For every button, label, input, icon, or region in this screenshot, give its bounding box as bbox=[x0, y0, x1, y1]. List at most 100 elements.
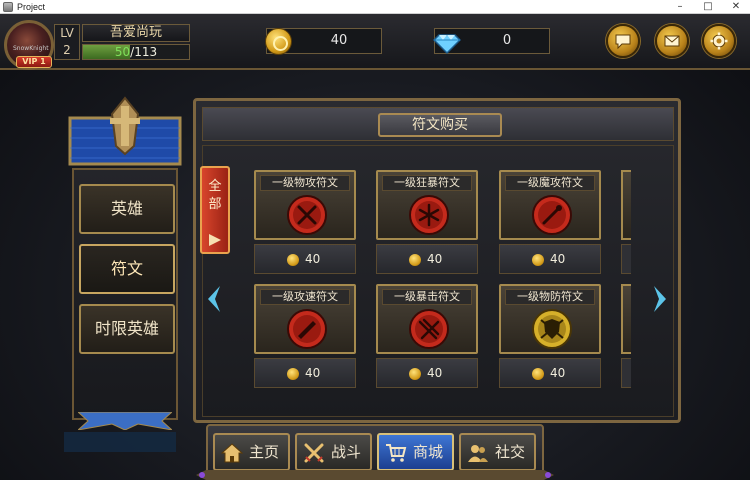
nav-battle-button[interactable]: 战斗 bbox=[295, 433, 372, 471]
crest-shield-icon bbox=[68, 96, 182, 166]
rune-card[interactable]: 一级攻速符文 40 bbox=[254, 284, 356, 388]
nav-home-button[interactable]: 主页 bbox=[213, 433, 290, 471]
gold-value: 40 bbox=[330, 33, 348, 48]
rune-card[interactable]: 一级暴击符文 40 bbox=[376, 284, 478, 388]
rune-card-frame: 一级物攻符文 bbox=[254, 170, 356, 240]
rune-card-frame: 一级狂暴符文 bbox=[376, 170, 478, 240]
rune-card-frame: 一级攻速符文 bbox=[254, 284, 356, 354]
chat-button[interactable] bbox=[606, 24, 640, 58]
rune-price: 40 bbox=[499, 244, 601, 274]
crossed-swords-red-rune-icon bbox=[287, 195, 327, 235]
side-tab-label: 英雄 bbox=[110, 199, 143, 218]
level-box: LV 2 bbox=[54, 24, 80, 60]
window-titlebar: Project – □ ✕ bbox=[0, 0, 750, 14]
rune-name: 一级攻速符文 bbox=[260, 289, 350, 305]
rune-price: 40 bbox=[376, 358, 478, 388]
bottom-nav: 主页 战斗 商城 社交 bbox=[206, 424, 544, 476]
side-tab-label: 时限英雄 bbox=[94, 319, 159, 338]
arrow-right-icon bbox=[209, 234, 221, 246]
price-value: 40 bbox=[427, 252, 443, 266]
side-tab-list: 英雄 符文 时限英雄 bbox=[72, 168, 178, 420]
rune-price: 40 bbox=[376, 244, 478, 274]
settings-button[interactable] bbox=[702, 24, 736, 58]
gold-coin-icon bbox=[532, 254, 544, 266]
side-tab-hero[interactable]: 英雄 bbox=[79, 184, 175, 234]
rune-name: 一级暴击符文 bbox=[382, 289, 472, 305]
diamond-value: 0 bbox=[502, 33, 512, 48]
game-viewport: SnowKnight VIP 1 LV 2 吾爱尚玩 50/113 40 0 英… bbox=[0, 14, 750, 480]
price-value: 40 bbox=[550, 366, 566, 380]
price-value: 40 bbox=[427, 366, 443, 380]
xp-bar: 50/113 bbox=[82, 44, 190, 60]
nav-label: 社交 bbox=[495, 443, 526, 461]
nav-label: 主页 bbox=[249, 443, 280, 461]
level-value: 2 bbox=[63, 43, 71, 57]
vip-badge: VIP 1 bbox=[16, 56, 52, 68]
cart-icon bbox=[386, 444, 407, 462]
diamond-counter: 0 bbox=[433, 28, 550, 55]
next-page-arrow-icon[interactable] bbox=[652, 284, 670, 314]
bottom-ornament-icon bbox=[196, 470, 554, 480]
nav-shop-button[interactable]: 商城 bbox=[377, 433, 454, 471]
rune-card-partial[interactable] bbox=[621, 170, 631, 274]
people-icon bbox=[468, 445, 488, 462]
rune-card-frame: 一级魔攻符文 bbox=[499, 170, 601, 240]
gold-coin-icon bbox=[287, 368, 299, 380]
xp-current: 50 bbox=[114, 45, 131, 59]
rune-card[interactable]: 一级物攻符文 40 bbox=[254, 170, 356, 274]
rune-card-frame bbox=[621, 284, 631, 354]
rune-name: 一级物攻符文 bbox=[260, 175, 350, 191]
gold-coin-icon bbox=[265, 28, 292, 55]
rune-card-frame bbox=[621, 170, 631, 240]
top-hud: SnowKnight VIP 1 LV 2 吾爱尚玩 50/113 40 0 bbox=[0, 14, 750, 70]
nav-label: 战斗 bbox=[331, 443, 362, 461]
price-value: 40 bbox=[550, 252, 566, 266]
chat-icon bbox=[615, 34, 631, 50]
rune-name: 一级物防符文 bbox=[505, 289, 595, 305]
rune-name: 一级魔攻符文 bbox=[505, 175, 595, 191]
gear-icon bbox=[710, 32, 728, 50]
filter-tab-label-1: 全 bbox=[208, 179, 222, 194]
mail-button[interactable] bbox=[655, 24, 689, 58]
rune-card[interactable]: 一级狂暴符文 40 bbox=[376, 170, 478, 274]
house-icon bbox=[221, 443, 243, 463]
rune-price: 40 bbox=[254, 244, 356, 274]
gold-coin-icon bbox=[532, 368, 544, 380]
shield-gold-rune-icon bbox=[532, 309, 572, 349]
maximize-button[interactable]: □ bbox=[694, 0, 722, 14]
rune-card[interactable]: 一级物防符文 40 bbox=[499, 284, 601, 388]
shop-title: 符文购买 bbox=[378, 113, 502, 137]
rune-card-frame: 一级暴击符文 bbox=[376, 284, 478, 354]
rune-price: 40 bbox=[499, 358, 601, 388]
category-panel: 英雄 符文 时限英雄 bbox=[64, 94, 186, 430]
side-tab-rune[interactable]: 符文 bbox=[79, 244, 175, 294]
mail-icon bbox=[664, 35, 680, 47]
side-tab-limited-hero[interactable]: 时限英雄 bbox=[79, 304, 175, 354]
close-button[interactable]: ✕ bbox=[722, 0, 750, 14]
nav-label: 商城 bbox=[413, 443, 444, 461]
rune-card[interactable]: 一级魔攻符文 40 bbox=[499, 170, 601, 274]
triple-blades-red-rune-icon bbox=[409, 309, 449, 349]
decorative-strip bbox=[64, 432, 176, 452]
filter-tab-label-2: 部 bbox=[208, 197, 222, 212]
rune-card-frame: 一级物防符文 bbox=[499, 284, 601, 354]
diamond-icon bbox=[433, 34, 461, 55]
rune-card-partial[interactable] bbox=[621, 284, 631, 388]
gold-coin-icon bbox=[409, 254, 421, 266]
gold-coin-icon bbox=[409, 368, 421, 380]
staff-red-rune-icon bbox=[532, 195, 572, 235]
nav-social-button[interactable]: 社交 bbox=[459, 433, 536, 471]
xp-text: 50/113 bbox=[114, 45, 158, 59]
filter-tab-all[interactable]: 全 部 bbox=[200, 166, 230, 254]
minimize-button[interactable]: – bbox=[666, 0, 694, 14]
xp-max: 113 bbox=[134, 45, 158, 59]
rune-price bbox=[621, 358, 631, 388]
window-title: Project bbox=[17, 1, 46, 12]
gold-counter: 40 bbox=[265, 28, 382, 55]
ribbon-ornament-icon bbox=[78, 412, 172, 430]
crossed-blades-red-rune-icon bbox=[409, 195, 449, 235]
rune-price bbox=[621, 244, 631, 274]
level-label: LV bbox=[60, 26, 74, 40]
rune-name: 一级狂暴符文 bbox=[382, 175, 472, 191]
prev-page-arrow-icon[interactable] bbox=[204, 284, 222, 314]
